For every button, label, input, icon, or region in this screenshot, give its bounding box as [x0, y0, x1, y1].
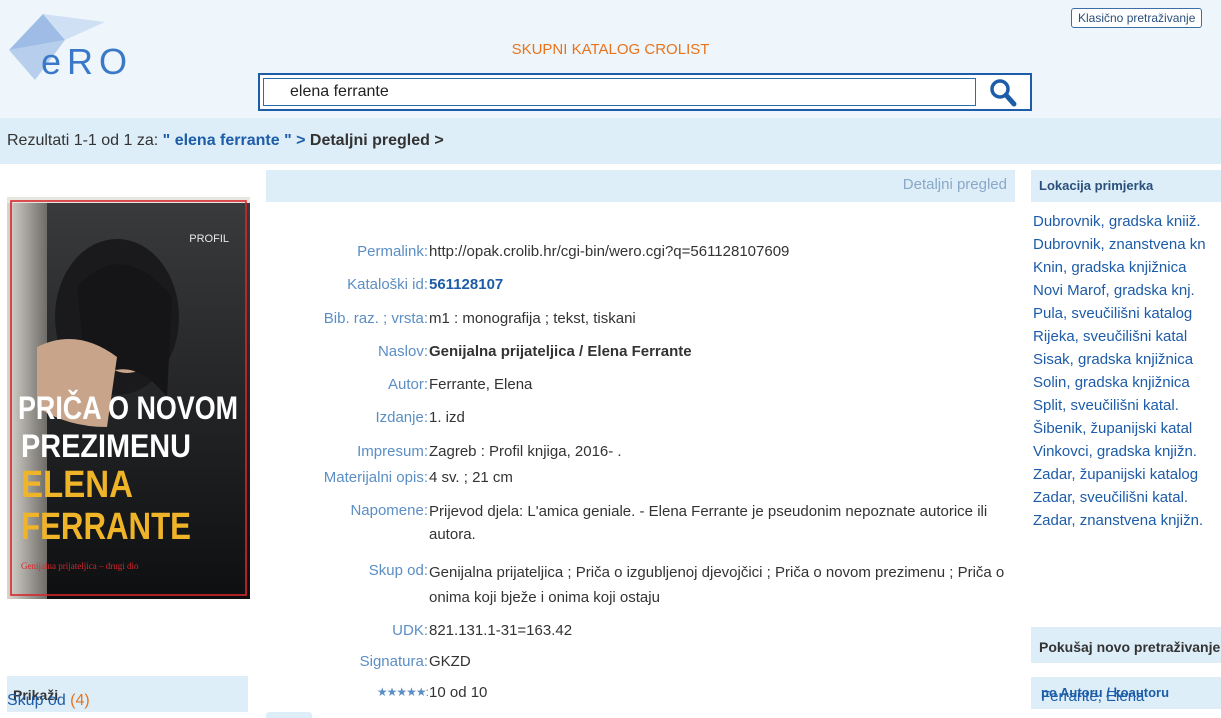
breadcrumb-prefix: Rezultati 1-1 od 1 za:	[7, 132, 159, 149]
svg-text:FERRANTE: FERRANTE	[21, 506, 191, 548]
location-item[interactable]: Pula, sveučilišni katalog	[1033, 302, 1221, 325]
field-label: Signatura:	[359, 653, 428, 670]
location-item[interactable]: Split, sveučilišni katal.	[1033, 394, 1221, 417]
detail-header-bar: Detaljni pregled	[266, 170, 1015, 202]
new-search-panel-title: Pokušaj novo pretraživanje	[1031, 627, 1221, 663]
book-cover[interactable]: PROFIL PRIČA O NOVOM PREZIMENU ELENA FER…	[7, 197, 250, 599]
breadcrumb-separator: >	[291, 132, 310, 149]
bib-type-value: m1 : monografija ; tekst, tiskani	[429, 310, 636, 327]
location-item[interactable]: Rijeka, sveučilišni katal	[1033, 325, 1221, 348]
location-item[interactable]: Dubrovnik, znanstvena kn	[1033, 233, 1221, 256]
book-cover-image: PROFIL PRIČA O NOVOM PREZIMENU ELENA FER…	[7, 197, 250, 599]
author-value: Ferrante, Elena	[429, 376, 533, 393]
location-item[interactable]: Sisak, gradska knjižnica	[1033, 348, 1221, 371]
location-item[interactable]: Vinkovci, gradska knjižn.	[1033, 440, 1221, 463]
field-label: Izdanje:	[375, 409, 428, 426]
location-item[interactable]: Solin, gradska knjižnica	[1033, 371, 1221, 394]
location-item[interactable]: Novi Marof, gradska knj.	[1033, 279, 1221, 302]
field-label: Impresum:	[357, 443, 428, 460]
svg-text:PROFIL: PROFIL	[189, 233, 229, 245]
breadcrumb-detail: Detaljni pregled	[309, 132, 430, 149]
field-label: UDK:	[392, 622, 428, 639]
location-item[interactable]: Zadar, znanstvena knjižn.	[1033, 509, 1221, 532]
permalink-value[interactable]: http://opak.crolib.hr/cgi-bin/wero.cgi?q…	[429, 241, 1009, 262]
field-label: Autor:	[387, 376, 428, 393]
svg-text:ELENA: ELENA	[21, 464, 133, 506]
author-search-link[interactable]: Ferrante, Elena	[1041, 688, 1144, 705]
signature-value: GKZD	[429, 653, 471, 670]
location-item[interactable]: Knin, gradska knjižnica	[1033, 256, 1221, 279]
classic-search-button[interactable]: Klasično pretraživanje	[1071, 8, 1203, 28]
field-label: Napomene:	[350, 502, 428, 519]
location-item[interactable]: Šibenik, županijski katal	[1033, 417, 1221, 440]
search-button[interactable]	[982, 77, 1026, 107]
field-label: Kataloški id:	[347, 276, 428, 293]
physical-description-value: 4 sv. ; 21 cm	[429, 469, 513, 486]
field-label: Naslov:	[377, 343, 428, 360]
catalog-title: SKUPNI KATALOG CROLIST	[511, 41, 710, 58]
location-list: Dubrovnik, gradska kniiž. Dubrovnik, zna…	[1033, 210, 1221, 532]
field-label: Skup od:	[368, 562, 428, 579]
detail-header-label: Detaljni pregled	[902, 176, 1007, 193]
skup-od-count: (4)	[70, 692, 90, 709]
breadcrumb: Rezultati 1-1 od 1 za: " elena ferrante …	[0, 118, 1221, 164]
skup-od-label: Skup od	[7, 692, 66, 709]
catalog-id-link[interactable]: 561128107	[429, 274, 1009, 295]
location-item[interactable]: Zadar, županijski katalog	[1033, 463, 1221, 486]
search-bar	[258, 73, 1032, 111]
notes-value: Prijevod djela: L'amica geniale. - Elena…	[429, 503, 988, 543]
field-label: Permalink:	[357, 243, 428, 260]
location-item[interactable]: Zadar, sveučilišni katal.	[1033, 486, 1221, 509]
breadcrumb-query-link[interactable]: " elena ferrante "	[163, 132, 292, 149]
edition-value: 1. izd	[429, 409, 465, 426]
bottom-tab-stub	[266, 712, 312, 718]
svg-text:PRIČA O NOVOM: PRIČA O NOVOM	[18, 390, 238, 426]
imprint-value: Zagreb : Profil knjiga, 2016- .	[429, 443, 622, 460]
series-value: Genijalna prijateljica ; Priča o izgublj…	[429, 564, 1005, 606]
search-icon	[990, 79, 1017, 107]
field-label: Bib. raz. ; vrsta:	[323, 310, 428, 327]
skup-od-link[interactable]: Skup od (4)	[7, 692, 90, 710]
search-input[interactable]	[263, 78, 976, 106]
breadcrumb-separator-end: >	[429, 132, 444, 149]
rating-stars[interactable]: ★★★★★:	[266, 682, 429, 703]
field-label: Materijalni opis:	[323, 469, 428, 486]
svg-text:PREZIMENU: PREZIMENU	[21, 428, 191, 464]
location-item[interactable]: Dubrovnik, gradska kniiž.	[1033, 210, 1221, 233]
rating-value: 10 od 10	[429, 684, 488, 701]
location-panel-title: Lokacija primjerka	[1031, 170, 1221, 202]
svg-text:Genijalna prijateljica – drugi: Genijalna prijateljica – drugi dio	[21, 561, 139, 571]
header: eRO SKUPNI KATALOG CROLIST Klasično pret…	[0, 0, 1221, 118]
title-value: Genijalna prijateljica / Elena Ferrante	[429, 343, 692, 360]
udk-value: 821.131.1-31=163.42	[429, 622, 573, 639]
